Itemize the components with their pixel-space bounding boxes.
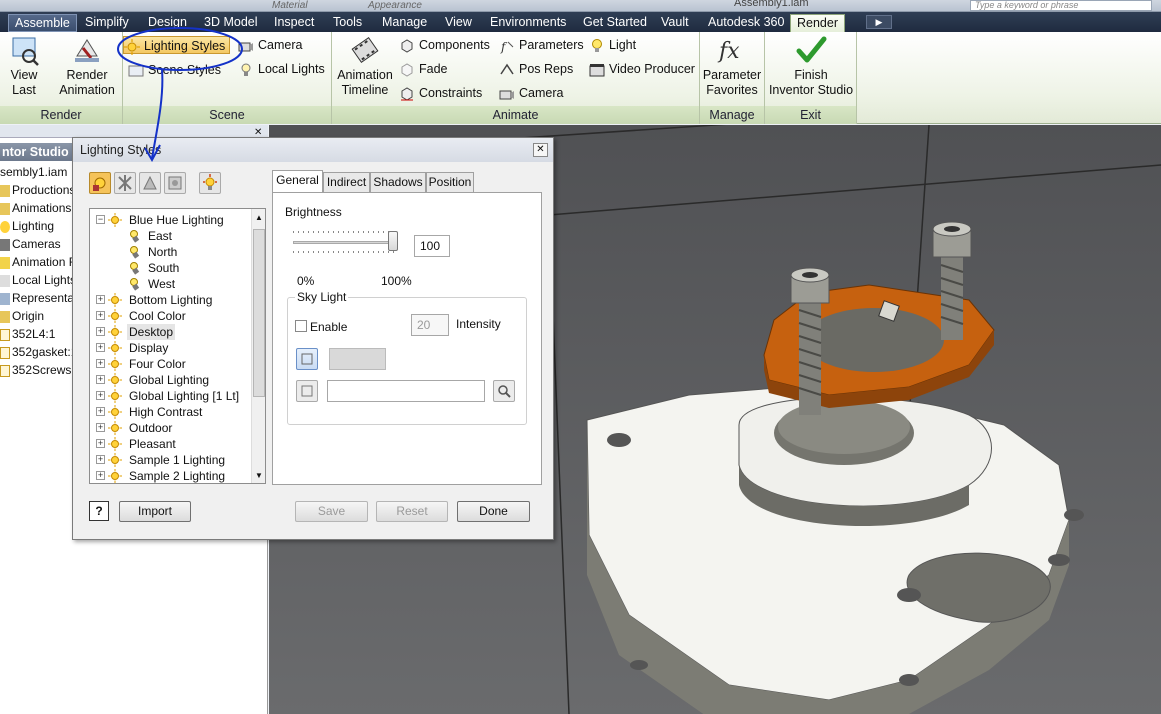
annotation-circle — [117, 27, 243, 71]
annotation-arrow-line — [151, 69, 164, 159]
hand-drawn-annotation — [117, 27, 243, 163]
